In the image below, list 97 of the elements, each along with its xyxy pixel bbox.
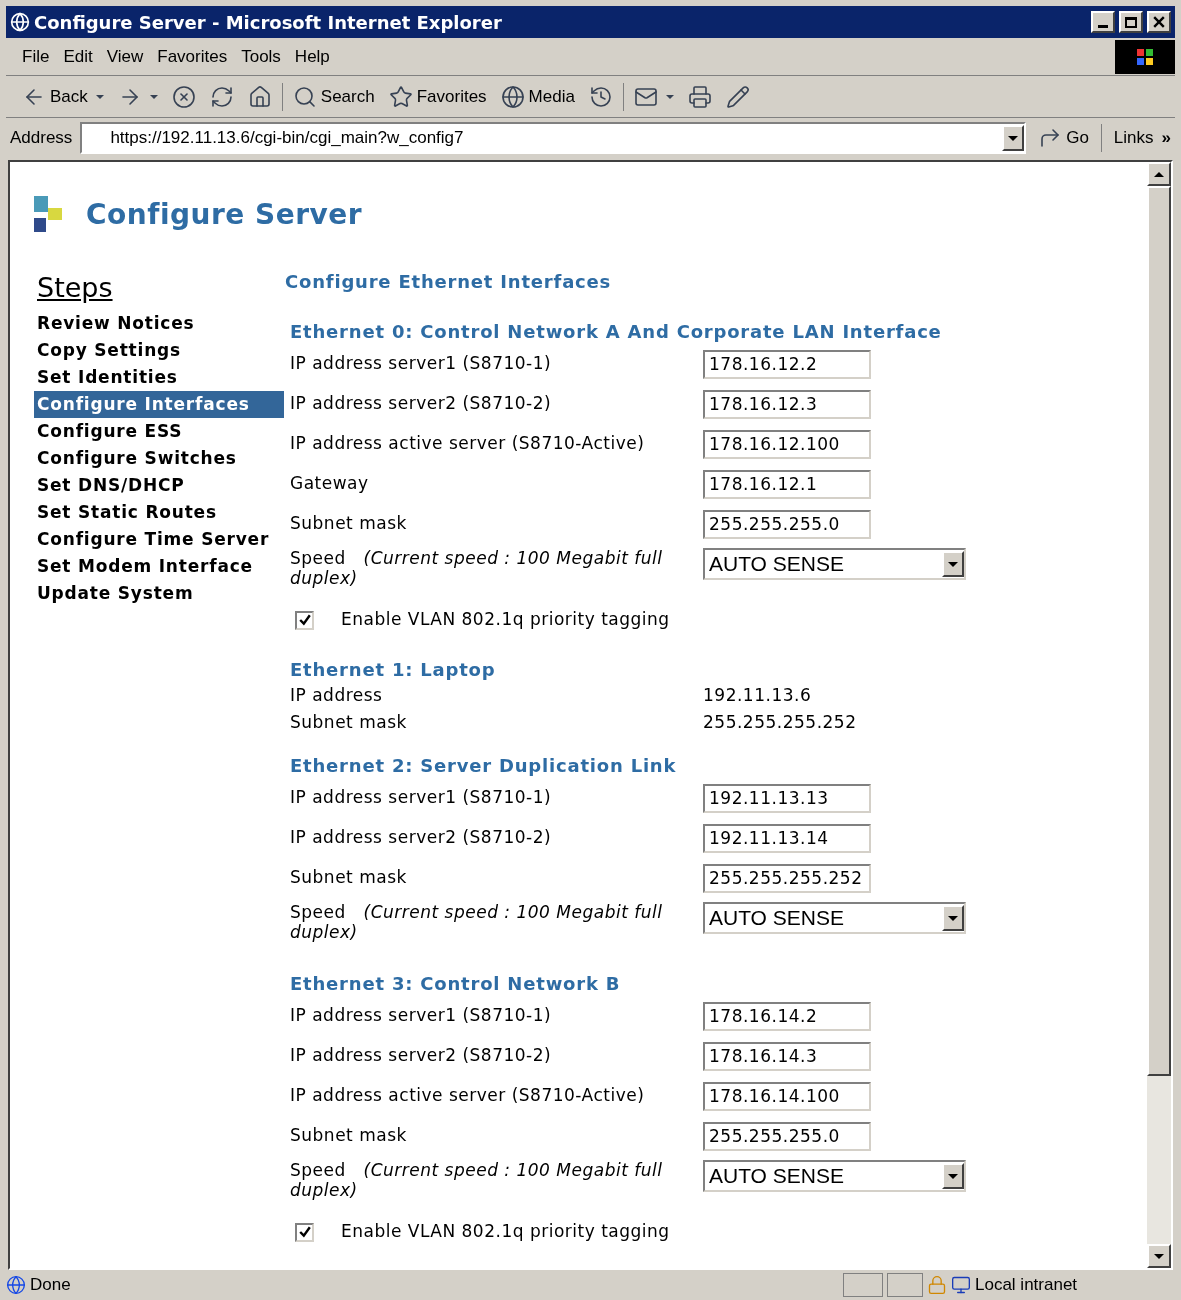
lock-icon <box>927 1275 947 1295</box>
step-link[interactable]: Set Modem Interface <box>34 553 284 580</box>
field-label: Subnet mask <box>290 866 408 890</box>
menu-item[interactable]: File <box>18 43 54 70</box>
stop-icon <box>171 84 196 109</box>
close-button[interactable] <box>1147 11 1171 33</box>
text-field[interactable]: 178.16.12.2 <box>703 349 871 379</box>
page-title: Configure Server <box>86 197 363 233</box>
checkbox-label: Enable VLAN 802.1q priority tagging <box>341 608 670 632</box>
field-label: Gateway <box>290 472 370 496</box>
favorites-button[interactable]: Favorites <box>384 81 491 112</box>
field-label: Speed (Current speed : 100 Megabit full duplex) <box>290 1160 664 1200</box>
refresh-icon <box>209 84 234 109</box>
step-link[interactable]: Set Identities <box>34 364 284 391</box>
step-link[interactable]: Review Notices <box>34 310 284 337</box>
status-panel <box>887 1273 923 1297</box>
checkbox[interactable] <box>295 610 314 630</box>
text-field[interactable]: 255.255.255.252 <box>703 863 871 893</box>
field-label: IP address server1 (S8710-1) <box>290 786 553 810</box>
scroll-down-button[interactable] <box>1147 1244 1171 1268</box>
text-field[interactable]: 192.11.13.14 <box>703 823 871 853</box>
history-icon <box>588 84 613 109</box>
field-label: IP address server2 (S8710-2) <box>290 1044 553 1068</box>
menu-item[interactable]: Help <box>290 43 334 70</box>
interface-heading: Ethernet 2: Server Duplication Link <box>290 754 678 778</box>
text-field[interactable]: 178.16.14.2 <box>703 1001 871 1031</box>
window-title: Configure Server - Microsoft Internet Explorer <box>34 10 503 35</box>
step-link[interactable]: Set DNS/DHCP <box>34 472 284 499</box>
search-button[interactable]: Search <box>288 81 379 112</box>
text-field[interactable]: 192.11.13.13 <box>703 783 871 813</box>
interface-heading: Ethernet 3: Control Network B <box>290 972 622 996</box>
scroll-thumb[interactable] <box>1147 186 1171 1076</box>
browser-icon <box>10 12 30 32</box>
pencil-icon <box>725 84 750 109</box>
text-field[interactable]: 255.255.255.0 <box>703 1121 871 1151</box>
more-links-button[interactable]: » <box>1161 125 1175 151</box>
go-button[interactable]: Go <box>1034 123 1093 153</box>
menu-item[interactable]: View <box>102 43 148 70</box>
field-label: IP address server1 (S8710-1) <box>290 1004 553 1028</box>
star-icon <box>388 84 413 109</box>
step-link[interactable]: Update System <box>34 580 284 607</box>
step-link[interactable]: Configure Switches <box>34 445 284 472</box>
step-link[interactable]: Configure ESS <box>34 418 284 445</box>
interface-heading: Ethernet 0: Control Network A And Corporate LAN Interface <box>290 320 943 344</box>
text-field[interactable]: 178.16.12.100 <box>703 429 871 459</box>
field-label: IP address active server (S8710-Active) <box>290 432 646 456</box>
status-text: Done <box>30 1274 72 1297</box>
back-button[interactable]: Back <box>18 81 108 112</box>
menu-item[interactable]: Tools <box>237 43 285 70</box>
windows-logo-icon <box>1115 39 1175 74</box>
intranet-icon <box>951 1275 971 1295</box>
field-value: 192.11.13.6 <box>703 683 812 707</box>
section-heading: Configure Ethernet Interfaces <box>285 270 613 294</box>
globe-icon <box>500 84 525 109</box>
media-button[interactable]: Media <box>496 81 579 112</box>
zone-text: Local intranet <box>975 1274 1079 1297</box>
field-value: 255.255.255.252 <box>703 710 857 734</box>
page-icon <box>6 1275 26 1295</box>
menu-item[interactable]: Favorites <box>153 43 232 70</box>
field-label: IP address server1 (S8710-1) <box>290 352 553 376</box>
field-label: Speed (Current speed : 100 Megabit full duplex) <box>290 902 664 942</box>
checkbox[interactable] <box>295 1222 314 1242</box>
step-link[interactable]: Configure Time Server <box>34 526 284 553</box>
text-field[interactable]: 178.16.12.1 <box>703 469 871 499</box>
address-label: Address <box>9 127 73 150</box>
home-icon <box>247 84 272 109</box>
field-label: Subnet mask <box>290 1124 408 1148</box>
links-button[interactable]: Links <box>1109 125 1154 151</box>
checkbox-label: Enable VLAN 802.1q priority tagging <box>341 1220 670 1244</box>
menu-item[interactable]: Edit <box>59 43 97 70</box>
minimize-button[interactable] <box>1091 11 1115 33</box>
speed-dropdown[interactable]: AUTO SENSE <box>703 1160 966 1192</box>
field-label: IP address <box>290 683 384 707</box>
interface-heading: Ethernet 1: Laptop <box>290 658 497 682</box>
text-field[interactable]: 178.16.12.3 <box>703 389 871 419</box>
field-label: IP address active server (S8710-Active) <box>290 1084 646 1108</box>
field-label: Speed (Current speed : 100 Megabit full duplex) <box>290 548 664 588</box>
scroll-up-button[interactable] <box>1147 162 1171 186</box>
maximize-button[interactable] <box>1119 11 1143 33</box>
field-label: Subnet mask <box>290 710 408 734</box>
step-link[interactable]: Set Static Routes <box>34 499 284 526</box>
text-field[interactable]: 178.16.14.100 <box>703 1081 871 1111</box>
speed-dropdown[interactable]: AUTO SENSE <box>703 548 966 580</box>
vertical-scrollbar[interactable] <box>1147 162 1171 1268</box>
text-field[interactable]: 178.16.14.3 <box>703 1041 871 1071</box>
field-label: IP address server2 (S8710-2) <box>290 826 553 850</box>
speed-dropdown[interactable]: AUTO SENSE <box>703 902 966 934</box>
search-icon <box>292 84 317 109</box>
printer-icon <box>687 84 712 109</box>
step-link[interactable]: Copy Settings <box>34 337 284 364</box>
field-label: IP address server2 (S8710-2) <box>290 392 553 416</box>
field-label: Subnet mask <box>290 512 408 536</box>
status-panel <box>843 1273 883 1297</box>
text-field[interactable]: 255.255.255.0 <box>703 509 871 539</box>
step-link[interactable]: Configure Interfaces <box>34 391 284 418</box>
steps-heading: Steps <box>37 272 114 304</box>
close-icon <box>1153 16 1165 28</box>
